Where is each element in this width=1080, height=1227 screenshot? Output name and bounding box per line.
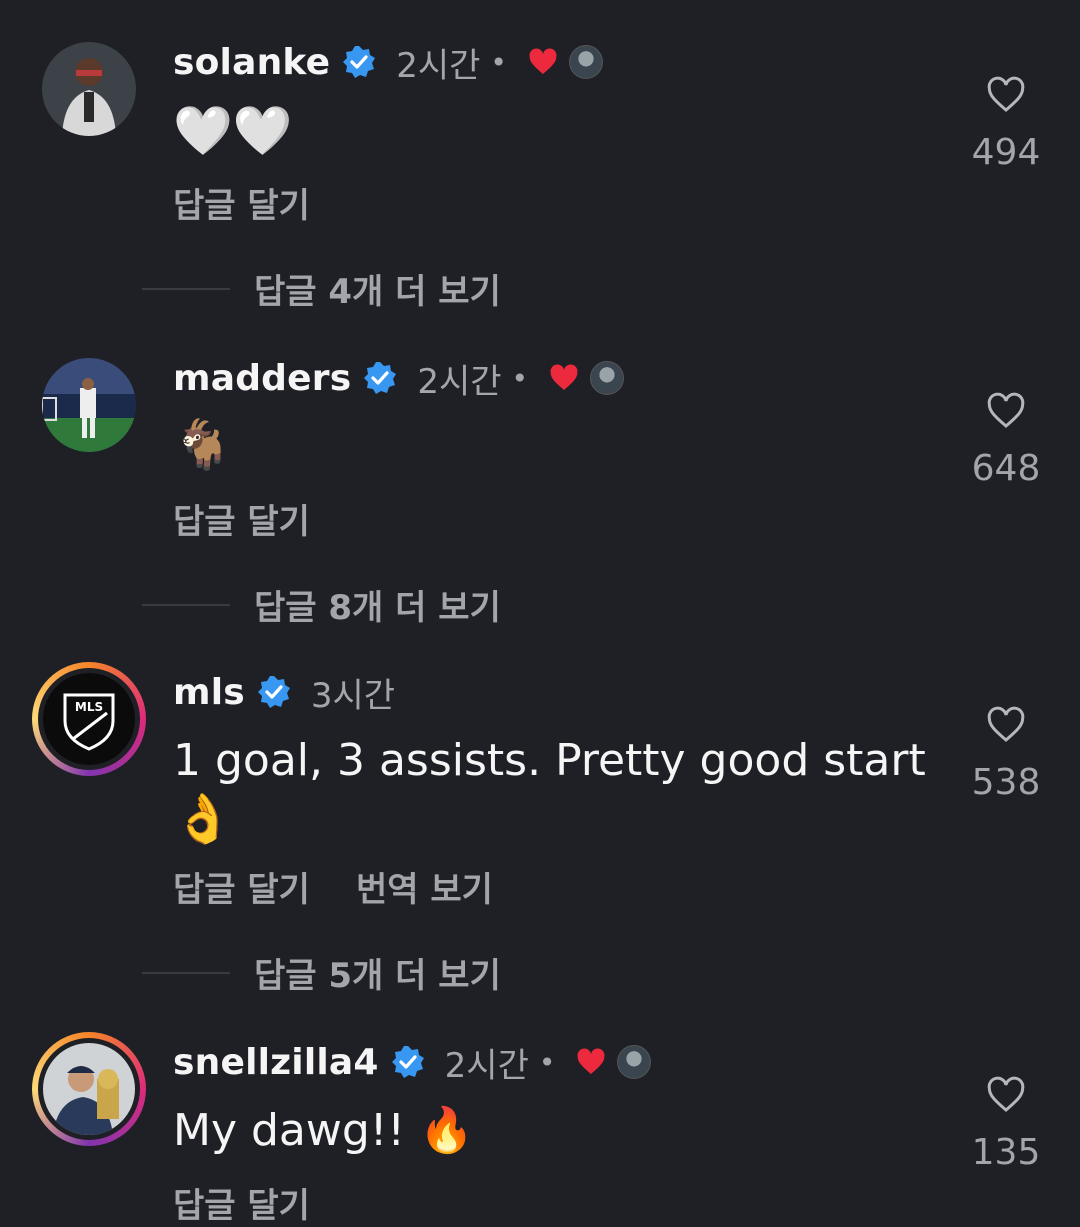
- timestamp: 2시간: [417, 361, 502, 402]
- like-control: 648: [960, 392, 1052, 489]
- comment-text: 🤍🤍: [173, 103, 293, 159]
- divider-line: [142, 287, 230, 290]
- creator-liked-heart-icon: [548, 362, 580, 394]
- avatar[interactable]: [42, 358, 136, 452]
- timestamp: 3시간: [310, 675, 396, 716]
- view-more-replies-label[interactable]: 답글 5개 더 보기: [254, 948, 501, 997]
- like-count: 135: [971, 1132, 1041, 1173]
- reply-button[interactable]: 답글 달기: [173, 1178, 310, 1227]
- creator-avatar: [590, 361, 625, 395]
- mls-logo-text: MLS: [75, 700, 103, 714]
- comment-text: My dawg!! 🔥: [173, 1105, 474, 1156]
- divider-line: [142, 603, 230, 606]
- creator-liked-heart-icon: [527, 46, 559, 78]
- avatar: [43, 1043, 135, 1135]
- separator-dot: •: [538, 1045, 556, 1079]
- comment-header: mls 3시간: [173, 670, 396, 716]
- verified-badge-icon: [342, 45, 376, 79]
- divider-line: [142, 971, 230, 974]
- comment-actions: 답글 달기 번역 보기: [173, 862, 493, 911]
- like-control: 135: [960, 1076, 1052, 1173]
- comment-text: 🐐: [173, 417, 233, 473]
- like-heart-icon[interactable]: [986, 76, 1026, 114]
- creator-liked-heart-icon: [575, 1046, 607, 1078]
- separator-dot: •: [490, 45, 507, 79]
- view-more-replies[interactable]: 답글 4개 더 보기: [142, 264, 501, 313]
- comment-header: solanke 2시간 •: [173, 40, 603, 86]
- view-more-replies[interactable]: 답글 8개 더 보기: [142, 580, 501, 629]
- avatar-ring-gap: MLS: [38, 668, 140, 770]
- username[interactable]: madders: [173, 358, 351, 399]
- comment-text: 1 goal, 3 assists. Pretty good start 👌: [173, 732, 926, 848]
- like-control: 538: [960, 706, 1052, 803]
- reply-button[interactable]: 답글 달기: [173, 494, 310, 543]
- like-count: 538: [971, 762, 1041, 803]
- verified-badge-icon: [391, 1045, 425, 1079]
- comment-actions: 답글 달기: [173, 1178, 310, 1227]
- avatar-story-ring[interactable]: [32, 1032, 146, 1146]
- like-control: 494: [960, 76, 1052, 173]
- comment-actions: 답글 달기: [173, 178, 310, 227]
- comment-actions: 답글 달기: [173, 494, 310, 543]
- comment-text-line: 1 goal, 3 assists. Pretty good start: [173, 735, 926, 786]
- username[interactable]: solanke: [173, 42, 330, 83]
- avatar-ring-gap: [38, 1038, 140, 1140]
- verified-badge-icon: [363, 361, 397, 395]
- timestamp: 2시간: [396, 45, 481, 86]
- comment-emoji: 👌: [173, 791, 233, 847]
- like-heart-icon[interactable]: [986, 706, 1026, 744]
- separator-dot: •: [511, 361, 529, 395]
- view-more-replies[interactable]: 답글 5개 더 보기: [142, 948, 501, 997]
- reply-button[interactable]: 답글 달기: [173, 862, 310, 911]
- view-more-replies-label[interactable]: 답글 8개 더 보기: [254, 580, 501, 629]
- timestamp: 2시간: [444, 1045, 529, 1086]
- reply-button[interactable]: 답글 달기: [173, 178, 310, 227]
- like-count: 494: [971, 132, 1041, 173]
- like-heart-icon[interactable]: [986, 1076, 1026, 1114]
- comment-header: madders 2시간 •: [173, 356, 625, 402]
- avatar-story-ring[interactable]: MLS: [32, 662, 146, 776]
- view-more-replies-label[interactable]: 답글 4개 더 보기: [254, 264, 501, 313]
- comment-header: snellzilla4 2시간 •: [173, 1040, 652, 1086]
- avatar[interactable]: [42, 42, 136, 136]
- like-heart-icon[interactable]: [986, 392, 1026, 430]
- translate-button[interactable]: 번역 보기: [356, 862, 493, 911]
- like-count: 648: [971, 448, 1041, 489]
- username[interactable]: mls: [173, 672, 245, 713]
- avatar: MLS: [43, 673, 135, 765]
- creator-avatar: [617, 1045, 652, 1079]
- verified-badge-icon: [257, 675, 291, 709]
- username[interactable]: snellzilla4: [173, 1042, 379, 1083]
- creator-avatar: [568, 45, 603, 79]
